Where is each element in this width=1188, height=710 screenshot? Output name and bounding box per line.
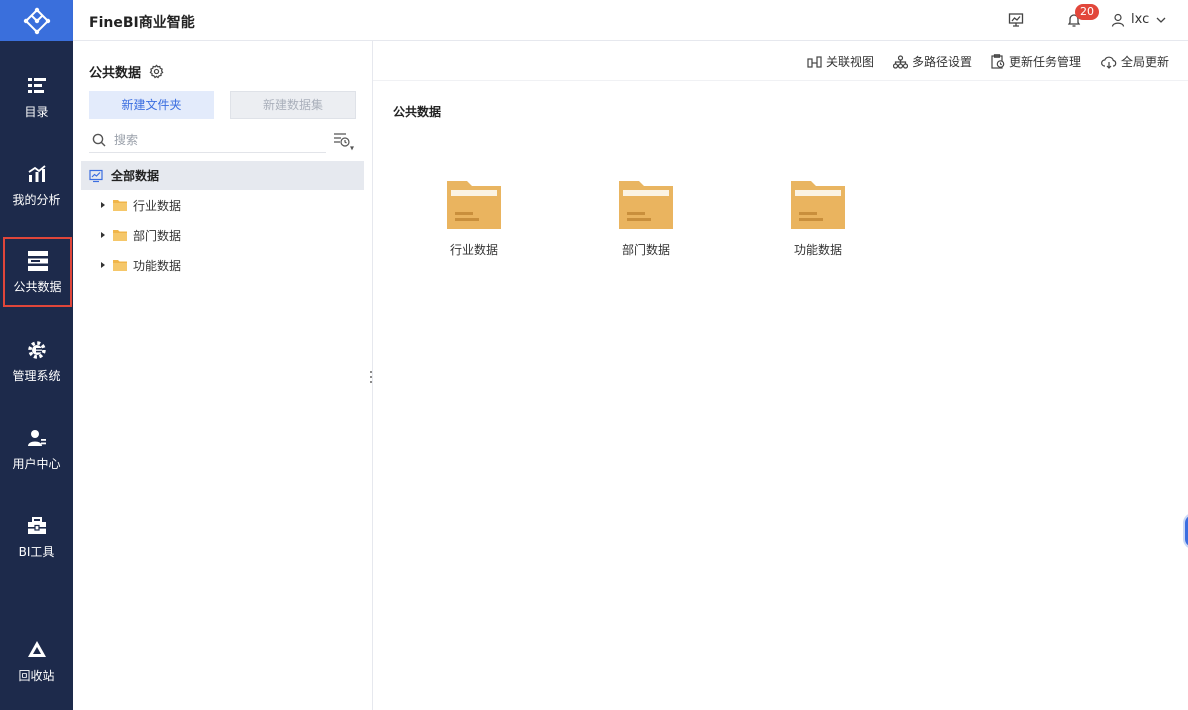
global-update-label: 全局更新 — [1121, 55, 1170, 69]
app-window: 目录 我的分析 公共数据 管理系统 用户中心 BI工具 回收站 FineBI商业… — [0, 0, 1188, 710]
relation-view-icon — [807, 55, 822, 68]
update-task-management-label: 更新任务管理 — [1009, 55, 1082, 69]
panel-title: 公共数据 — [89, 62, 164, 81]
app-title: FineBI商业智能 — [89, 15, 195, 31]
analysis-icon — [26, 163, 48, 185]
folder-name: 行业数据 — [449, 243, 498, 257]
folder-icon — [113, 230, 127, 241]
left-nav: 目录 我的分析 公共数据 管理系统 用户中心 BI工具 回收站 — [0, 0, 73, 710]
folder-name: 部门数据 — [621, 243, 670, 257]
logo-icon — [23, 7, 50, 34]
nav-item-recycle-bin[interactable]: 回收站 — [0, 626, 73, 696]
user-icon — [1111, 13, 1125, 27]
folder-icon — [791, 181, 845, 229]
folder-icon — [619, 181, 673, 229]
top-bar: FineBI商业智能 20 lxc — [73, 0, 1188, 41]
main-content: 公共数据 行业数据 部门数据 功能数据 — [373, 81, 1188, 710]
recycle-bin-icon — [26, 639, 48, 661]
relation-view-label: 关联视图 — [826, 55, 875, 69]
tree-item-function-data[interactable]: 功能数据 — [99, 253, 181, 277]
panel-title-text: 公共数据 — [89, 66, 142, 81]
nav-item-catalog[interactable]: 目录 — [0, 62, 73, 132]
tree-root-label: 全部数据 — [111, 169, 160, 183]
folder-icon — [113, 260, 127, 271]
folder-icon — [447, 181, 501, 229]
logo[interactable] — [0, 0, 73, 41]
tree-item-department-data[interactable]: 部门数据 — [99, 223, 181, 247]
search-input[interactable] — [114, 132, 304, 147]
chevron-down-icon — [1156, 17, 1166, 23]
data-tree-panel: 公共数据 新建文件夹 新建数据集 搜索 全部数据 行业数据 部门数据 功能数据 — [73, 41, 373, 710]
settings-icon[interactable] — [149, 64, 164, 79]
user-name: lxc — [1131, 12, 1150, 27]
nav-item-my-analysis[interactable]: 我的分析 — [0, 150, 73, 220]
caret-right-icon[interactable] — [99, 201, 107, 209]
relation-view-button[interactable]: 关联视图 — [807, 53, 874, 70]
tree-item-label: 行业数据 — [133, 198, 182, 213]
update-task-management-button[interactable]: 更新任务管理 — [991, 53, 1081, 70]
user-center-icon — [26, 427, 48, 449]
nav-item-label: BI工具 — [18, 544, 55, 559]
filter-sort-icon[interactable] — [332, 130, 356, 152]
nav-item-label: 我的分析 — [12, 192, 61, 207]
toolbox-icon — [26, 515, 48, 537]
new-dataset-button: 新建数据集 — [230, 91, 356, 119]
multipath-settings-button[interactable]: 多路径设置 — [893, 53, 972, 70]
nav-item-label: 管理系统 — [12, 368, 61, 383]
nav-item-bi-tools[interactable]: BI工具 — [0, 502, 73, 572]
tree-item-label: 部门数据 — [133, 228, 182, 243]
cloud-refresh-icon — [1101, 56, 1117, 69]
caret-right-icon[interactable] — [99, 261, 107, 269]
search-icon — [92, 133, 106, 146]
main-toolbar: 关联视图 多路径设置 更新任务管理 全局更新 — [373, 41, 1188, 81]
folder-card-department-data[interactable]: 部门数据 — [601, 179, 691, 269]
gear-icon — [26, 339, 48, 361]
nav-item-user-center[interactable]: 用户中心 — [0, 414, 73, 484]
folder-icon — [113, 200, 127, 211]
floating-assistant-button[interactable] — [1183, 513, 1188, 549]
global-update-button[interactable]: 全局更新 — [1101, 53, 1169, 70]
notification-badge[interactable]: 20 — [1075, 4, 1099, 20]
tree-root-all-data[interactable]: 全部数据 — [81, 161, 364, 190]
dataset-monitor-icon — [89, 169, 103, 182]
public-data-icon — [27, 250, 49, 272]
monitor-icon[interactable] — [1007, 11, 1025, 29]
search-box — [89, 127, 326, 153]
tree-item-label: 功能数据 — [133, 258, 182, 273]
nav-item-label: 用户中心 — [12, 456, 61, 471]
multipath-icon — [893, 54, 908, 69]
catalog-icon — [26, 75, 48, 97]
tree-item-industry-data[interactable]: 行业数据 — [99, 193, 181, 217]
new-folder-button[interactable]: 新建文件夹 — [89, 91, 214, 119]
nav-item-admin-system[interactable]: 管理系统 — [0, 326, 73, 396]
breadcrumb: 公共数据 — [393, 105, 442, 119]
nav-item-label: 回收站 — [18, 668, 55, 683]
folder-name: 功能数据 — [793, 243, 842, 257]
nav-item-label: 公共数据 — [13, 279, 62, 294]
folder-card-industry-data[interactable]: 行业数据 — [429, 179, 519, 269]
multipath-settings-label: 多路径设置 — [912, 55, 973, 69]
clipboard-clock-icon — [991, 54, 1005, 69]
nav-item-label: 目录 — [24, 104, 49, 119]
nav-item-public-data[interactable]: 公共数据 — [3, 237, 72, 307]
user-menu[interactable]: lxc — [1111, 12, 1167, 27]
caret-right-icon[interactable] — [99, 231, 107, 239]
folder-card-function-data[interactable]: 功能数据 — [773, 179, 863, 269]
